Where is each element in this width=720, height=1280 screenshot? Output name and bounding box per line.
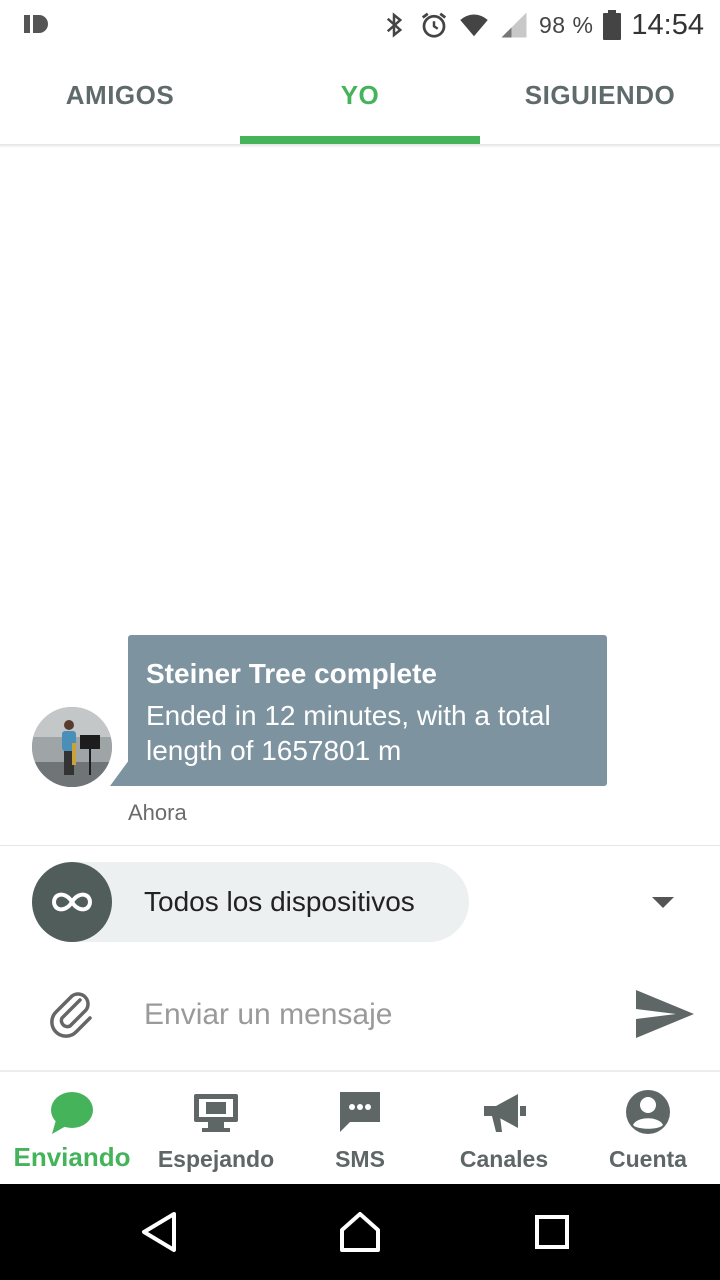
nav-item-cuenta[interactable]: Cuenta: [576, 1072, 720, 1184]
app-notification-icon: [24, 15, 48, 33]
status-icons: 98 % 14:54: [379, 0, 704, 50]
battery-percent: 98 %: [538, 11, 594, 38]
nav-label: SMS: [335, 1146, 385, 1172]
paperclip-icon[interactable]: [46, 988, 98, 1040]
active-tab-indicator: [240, 136, 480, 144]
account-icon: [626, 1090, 670, 1134]
system-navigation-bar: [0, 1184, 720, 1280]
home-icon[interactable]: [330, 1202, 390, 1262]
bottom-navigation: Enviando Espejando SMS Canales Cuenta: [0, 1072, 720, 1184]
monitor-icon: [194, 1094, 238, 1132]
message-bubble[interactable]: Steiner Tree complete Ended in 12 minute…: [128, 635, 607, 786]
nav-item-enviando[interactable]: Enviando: [0, 1072, 144, 1184]
message-body: Ended in 12 minutes, with a total length…: [146, 700, 551, 766]
tab-amigos[interactable]: AMIGOS: [0, 50, 240, 144]
nav-item-espejando[interactable]: Espejando: [144, 1072, 288, 1184]
tab-siguiendo[interactable]: SIGUIENDO: [480, 50, 720, 144]
send-icon[interactable]: [634, 988, 696, 1040]
sms-icon: [340, 1092, 380, 1132]
divider: [0, 845, 720, 846]
avatar[interactable]: [32, 707, 112, 787]
message-input[interactable]: [144, 990, 604, 1040]
tab-yo[interactable]: YO: [240, 50, 480, 144]
wifi-icon: [460, 14, 488, 37]
message-title: Steiner Tree complete: [146, 658, 438, 689]
cell-signal-icon: [501, 12, 527, 38]
avatar-photo: [32, 707, 112, 787]
megaphone-icon: [484, 1094, 526, 1132]
dropdown-arrow-icon[interactable]: [652, 897, 674, 908]
chat-bubble-icon: [51, 1092, 93, 1134]
nav-label: Enviando: [13, 1142, 131, 1172]
bluetooth-icon: [386, 12, 403, 38]
device-selector[interactable]: Todos los dispositivos: [32, 862, 469, 942]
tabs-shadow: [0, 144, 720, 148]
nav-item-canales[interactable]: Canales: [432, 1072, 576, 1184]
nav-label: Cuenta: [609, 1146, 687, 1172]
recents-icon[interactable]: [522, 1202, 582, 1262]
back-icon[interactable]: [130, 1202, 190, 1262]
infinity-icon: [52, 892, 92, 912]
device-selector-label: Todos los dispositivos: [144, 886, 415, 917]
nav-item-sms[interactable]: SMS: [288, 1072, 432, 1184]
message-timestamp: Ahora: [128, 800, 187, 825]
battery-icon: [603, 10, 622, 40]
top-tabs: AMIGOS YO SIGUIENDO: [0, 50, 720, 144]
nav-label: Espejando: [157, 1146, 275, 1172]
status-bar: 98 % 14:54: [0, 0, 720, 50]
nav-label: Canales: [459, 1146, 549, 1172]
clock: 14:54: [631, 8, 704, 41]
alarm-icon: [421, 12, 447, 38]
device-icon-circle: [32, 862, 112, 942]
